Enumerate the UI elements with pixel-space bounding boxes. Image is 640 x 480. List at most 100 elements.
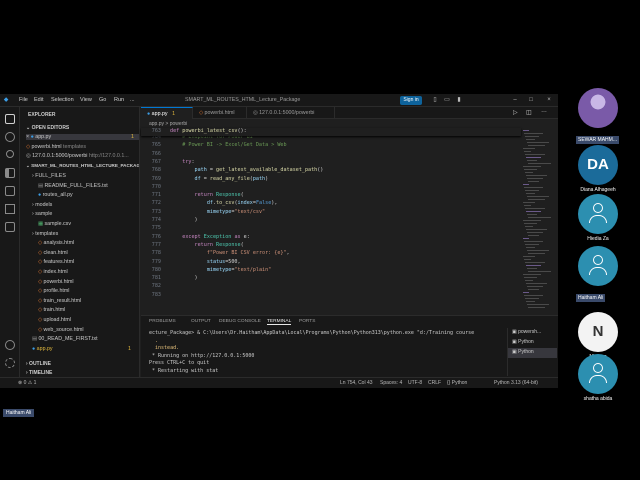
terminal-item[interactable]: ▣ powersh... <box>508 328 557 338</box>
file-item[interactable]: ▤ README_FULL_FILES.txt <box>38 183 108 189</box>
terminal-output[interactable]: ecture_Package> & C:\Users\Dr.Haitham\Ap… <box>149 330 499 375</box>
file-item[interactable]: ▤ 00_READ_ME_FIRST.txt <box>32 336 98 342</box>
file-item[interactable]: ▦ sample.csv <box>38 221 71 227</box>
file-item[interactable]: ◇ features.html <box>38 259 74 265</box>
code-line[interactable]: 780 mimetype="text/plain" <box>141 267 521 275</box>
eol-status[interactable]: CRLF <box>428 380 441 386</box>
menu-run[interactable]: Run <box>114 97 124 103</box>
menu-more[interactable]: ... <box>130 97 135 103</box>
source-control-icon[interactable] <box>6 150 14 158</box>
open-editor-item[interactable]: ◎ 127.0.0.1:5000/powerbi http://127.0.0.… <box>26 153 139 159</box>
code-line[interactable]: 778 f"Power BI CSV error: {e}", <box>141 250 521 258</box>
participant-tile[interactable]: shatha abida <box>576 354 620 402</box>
timeline-section[interactable]: › TIMELINE <box>26 370 52 376</box>
code-line[interactable]: 777 return Response( <box>141 242 521 250</box>
code-line[interactable]: 772 df.to_csv(index=False), <box>141 200 521 208</box>
python-interpreter[interactable]: Python 3.13 (64-bit) <box>494 380 538 386</box>
tab-debug-console[interactable]: DEBUG CONSOLE <box>219 319 261 324</box>
outline-section[interactable]: › OUTLINE <box>26 361 51 367</box>
explorer-icon[interactable] <box>5 114 15 124</box>
code-line[interactable]: 770 <box>141 184 521 192</box>
search-icon[interactable] <box>5 132 15 142</box>
terminal-item[interactable]: ▣ Python <box>508 338 557 348</box>
tab-powerbi-html[interactable]: ◇ powerbi.html <box>193 107 247 119</box>
minimap[interactable] <box>521 128 551 308</box>
file-item[interactable]: ◇ train_result.html <box>38 298 81 304</box>
file-item[interactable]: ◇ powerbi.html <box>38 279 74 285</box>
file-item[interactable]: ◇ upload.html <box>38 317 71 323</box>
code-line[interactable]: 769 df = read_any_file(path) <box>141 176 521 184</box>
close-icon[interactable]: × <box>544 96 554 105</box>
code-line[interactable]: 775 <box>141 225 521 233</box>
menu-selection[interactable]: Selection <box>51 97 74 103</box>
cursor-position[interactable]: Ln 754, Col 43 <box>340 380 373 386</box>
menu-edit[interactable]: Edit <box>34 97 43 103</box>
code-line[interactable]: 776 except Exception as e: <box>141 234 521 242</box>
testing-icon[interactable] <box>5 204 15 214</box>
file-item[interactable]: ◇ profile.html <box>38 288 69 294</box>
terminal-item[interactable]: ▣ Python <box>508 348 557 358</box>
code-line[interactable]: 771 return Response( <box>141 192 521 200</box>
tab-browser-preview[interactable]: ◎ 127.0.0.1:5000/powerbi <box>247 107 335 119</box>
layout-icon[interactable]: ▮ <box>454 96 464 105</box>
extensions-icon[interactable] <box>5 186 15 196</box>
folder-item[interactable]: › models <box>32 202 52 208</box>
sign-in-button[interactable]: Sign in <box>400 96 422 105</box>
file-item[interactable]: ● app.py 1 <box>32 346 131 352</box>
code-line[interactable]: 765 # Power BI -> Excel/Get Data > Web <box>141 142 521 150</box>
folder-item[interactable]: › templates <box>32 231 58 237</box>
participant-tile[interactable]: DA Diana Alhageeh <box>576 145 620 193</box>
tab-app-py[interactable]: ● app.py 1 <box>141 107 193 119</box>
code-editor[interactable]: 763 def powerbi_latest_csv(): 764 # Endpoi… <box>141 128 521 318</box>
run-icon[interactable]: ▷ <box>513 109 518 116</box>
file-item[interactable]: ◇ web_source.html <box>38 327 84 333</box>
remote-explorer-icon[interactable] <box>5 222 15 232</box>
code-line[interactable]: 781 ) <box>141 275 521 283</box>
menu-view[interactable]: View <box>80 97 92 103</box>
more-actions-icon[interactable]: … <box>541 108 547 114</box>
code-line[interactable]: 767 try: <box>141 159 521 167</box>
open-editor-item[interactable]: ◇ powerbi.html templates <box>26 144 139 150</box>
run-debug-icon[interactable] <box>5 168 15 178</box>
code-line[interactable]: 774 ) <box>141 217 521 225</box>
language-mode[interactable]: {} Python <box>447 380 467 386</box>
file-item[interactable]: ● routes_all.py <box>38 192 73 198</box>
gear-icon[interactable] <box>5 358 15 368</box>
tab-ports[interactable]: PORTS <box>299 319 315 324</box>
participant-tile[interactable]: NNisreen <box>576 312 620 360</box>
code-line[interactable]: 768 path = get_latest_available_dataset_… <box>141 167 521 175</box>
participant-tile[interactable]: Hiedia Za <box>576 194 620 242</box>
split-editor-icon[interactable]: ◫ <box>526 109 532 116</box>
file-item[interactable]: ◇ index.html <box>38 269 68 275</box>
open-editors-section[interactable]: ⌄ OPEN EDITORS <box>26 125 69 131</box>
minimize-icon[interactable]: – <box>510 96 520 105</box>
file-item[interactable]: ◇ clean.html <box>38 250 68 256</box>
code-line[interactable]: 783 <box>141 292 521 300</box>
folder-item[interactable]: › FULL_FILES <box>32 173 66 179</box>
menu-go[interactable]: Go <box>99 97 106 103</box>
open-editor-item[interactable]: × ● app.py 1 <box>26 134 139 140</box>
code-line[interactable]: 782 <box>141 283 521 291</box>
layout-icon[interactable]: ▭ <box>442 96 452 105</box>
maximize-icon[interactable]: □ <box>526 96 536 105</box>
breadcrumb[interactable]: app.py > powerbi <box>141 119 558 128</box>
layout-icon[interactable]: ▯ <box>430 96 440 105</box>
code-line[interactable]: 766 <box>141 151 521 159</box>
code-line[interactable]: 779 status=500, <box>141 259 521 267</box>
indentation-status[interactable]: Spaces: 4 <box>380 380 402 386</box>
tab-output[interactable]: OUTPUT <box>191 319 211 324</box>
tab-problems[interactable]: PROBLEMS <box>149 319 176 324</box>
code-line[interactable]: 773 mimetype="text/csv" <box>141 209 521 217</box>
project-folder[interactable]: ⌄ SMART_ML_ROUTES_HTML_LECTURE_PACKAGE <box>26 163 139 169</box>
participant-tile[interactable]: SEWAR MAHM... <box>576 88 620 146</box>
account-icon[interactable] <box>5 340 15 350</box>
file-item[interactable]: ◇ analysis.html <box>38 240 74 246</box>
folder-item[interactable]: › sample <box>32 211 52 217</box>
tab-terminal[interactable]: TERMINAL <box>267 319 292 325</box>
problems-status[interactable]: ⊗ 0 ⚠ 1 <box>18 380 36 386</box>
menu-file[interactable]: File <box>19 97 28 103</box>
encoding-status[interactable]: UTF-8 <box>408 380 422 386</box>
sticky-scroll-line[interactable]: 763 def powerbi_latest_csv(): <box>141 128 521 136</box>
file-item[interactable]: ◇ train.html <box>38 307 65 313</box>
participant-tile[interactable]: Haitham Ali <box>576 246 620 304</box>
